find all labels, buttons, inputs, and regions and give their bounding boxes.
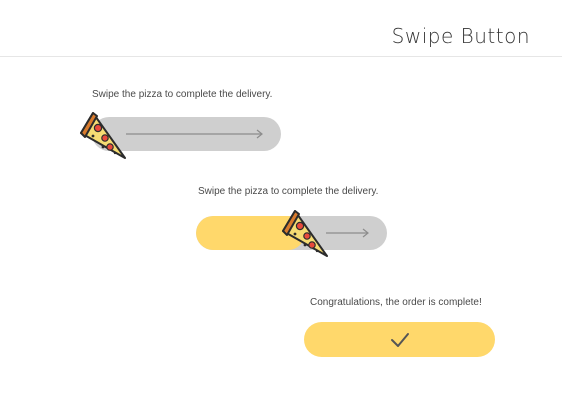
swipe-instruction-1: Swipe the pizza to complete the delivery… xyxy=(92,89,273,100)
swipe-instruction-2: Swipe the pizza to complete the delivery… xyxy=(198,186,379,197)
arrow-right-icon xyxy=(126,129,263,139)
page-title: Swipe Button xyxy=(391,24,530,48)
completion-message: Congratulations, the order is complete! xyxy=(310,297,482,308)
completed-swipe-button[interactable] xyxy=(304,322,495,357)
app-header: Swipe Button xyxy=(0,0,562,57)
pizza-slice-icon[interactable] xyxy=(277,205,333,261)
checkmark-icon xyxy=(391,333,409,347)
pizza-slice-icon[interactable] xyxy=(75,107,131,163)
